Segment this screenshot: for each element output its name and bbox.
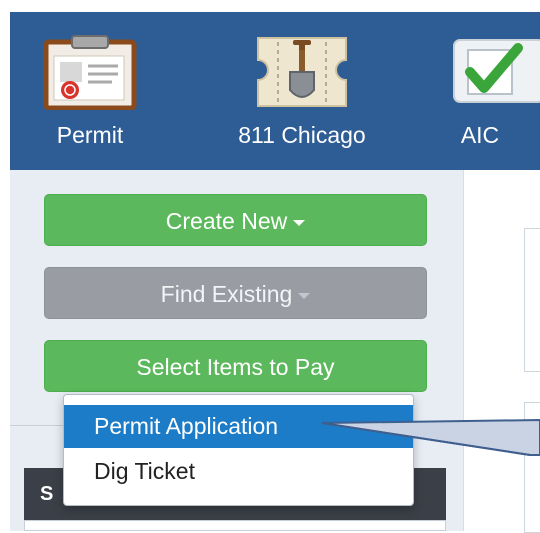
panel-body [24, 520, 446, 531]
select-items-dropdown-menu: Permit Application Dig Ticket [63, 394, 414, 506]
nav-label-811-chicago: 811 Chicago [238, 122, 366, 148]
nav-label-permit: Permit [56, 122, 124, 148]
shovel-ticket-icon [252, 34, 352, 115]
menu-item-permit-application[interactable]: Permit Application [64, 405, 413, 448]
create-new-label: Create New [165, 208, 288, 234]
select-items-label: Select Items to Pay [136, 354, 335, 380]
permit-clipboard-icon [42, 34, 138, 115]
menu-item-label: Permit Application [94, 413, 279, 439]
nav-item-permit[interactable]: Permit [40, 12, 140, 170]
content-card [524, 228, 540, 372]
nav-item-811-chicago[interactable]: 811 Chicago [212, 12, 392, 170]
chevron-down-icon [293, 219, 306, 226]
content-card [524, 402, 540, 533]
menu-item-dig-ticket[interactable]: Dig Ticket [64, 450, 413, 493]
nav-label-aic: AIC [460, 122, 500, 148]
nav-item-aic[interactable]: AIC [440, 12, 540, 170]
chevron-down-icon [298, 292, 311, 299]
create-new-button[interactable]: Create New [44, 194, 427, 246]
select-items-to-pay-button[interactable]: Select Items to Pay [44, 340, 427, 392]
find-existing-label: Find Existing [160, 281, 293, 307]
checkmark-icon [448, 34, 540, 115]
panel-header-title: S [40, 483, 54, 505]
menu-item-label: Dig Ticket [94, 458, 195, 484]
find-existing-button[interactable]: Find Existing [44, 267, 427, 319]
